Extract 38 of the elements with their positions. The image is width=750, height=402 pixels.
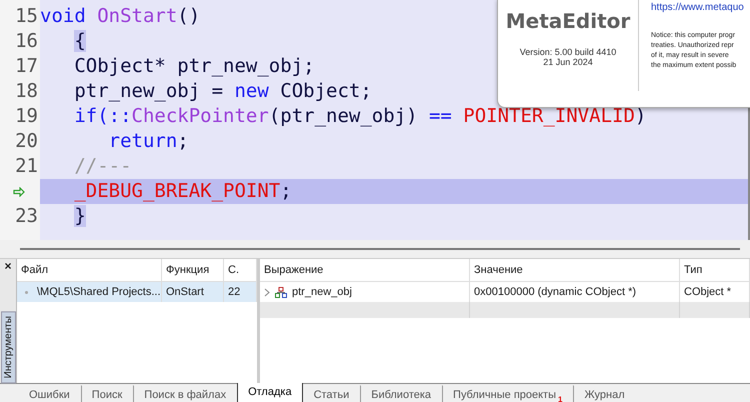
line-number: 18 [14,79,39,104]
panel-tab[interactable]: Статьи [302,385,360,402]
column-header[interactable]: Значение [470,259,680,282]
expand-icon[interactable] [264,288,270,296]
release-date: 21 Jun 2024 [543,57,593,67]
product-name: MetaEditor [506,9,630,33]
line-number: 20 [14,129,39,154]
code-line: //--- [73,154,132,179]
code-line: ptr_new_obj = new CObject; [73,79,372,104]
line-number: 23 [14,204,39,229]
code-line: return; [108,129,189,154]
version-text: Version: 5.00 build 4410 [520,47,616,57]
line-number: 16 [14,29,39,54]
panel-tab[interactable]: Журнал [573,385,636,402]
bullet-icon [25,290,28,294]
line-number: 17 [14,54,39,79]
panel-tab[interactable]: Библиотека [360,385,442,402]
panel-tab[interactable]: Ошибки [18,385,81,402]
toolbox-side-tab[interactable]: Инструменты [0,310,16,383]
scrollbar-thumb[interactable] [20,248,740,250]
function-cell[interactable]: OnStart [162,282,224,302]
expression-text: ptr_new_obj [292,285,352,300]
line-number: 15 [14,4,39,29]
code-line: CObject* ptr_new_obj; [73,54,315,79]
code-line: if(::CheckPointer(ptr_new_obj) == POINTER_INVALID) [73,104,646,129]
object-tree-icon [275,286,287,298]
panel-tab[interactable]: Поиск [80,385,134,402]
code-line: void OnStart() [40,4,200,29]
column-header[interactable]: Тип [680,259,750,282]
panel-tab[interactable]: Публичные проекты $_{1}$ [442,385,574,402]
website-link[interactable]: https://www.metaquo [651,2,750,13]
line-number: 19 [14,104,39,129]
close-button[interactable]: × [4,260,12,272]
line-number: 21 [14,154,39,179]
column-header[interactable]: Выражение [260,259,470,282]
panel-tab[interactable]: Отладка [237,383,303,402]
line-cell[interactable]: 22 [224,282,257,302]
code-line: _DEBUG_BREAK_POINT; [73,179,292,204]
